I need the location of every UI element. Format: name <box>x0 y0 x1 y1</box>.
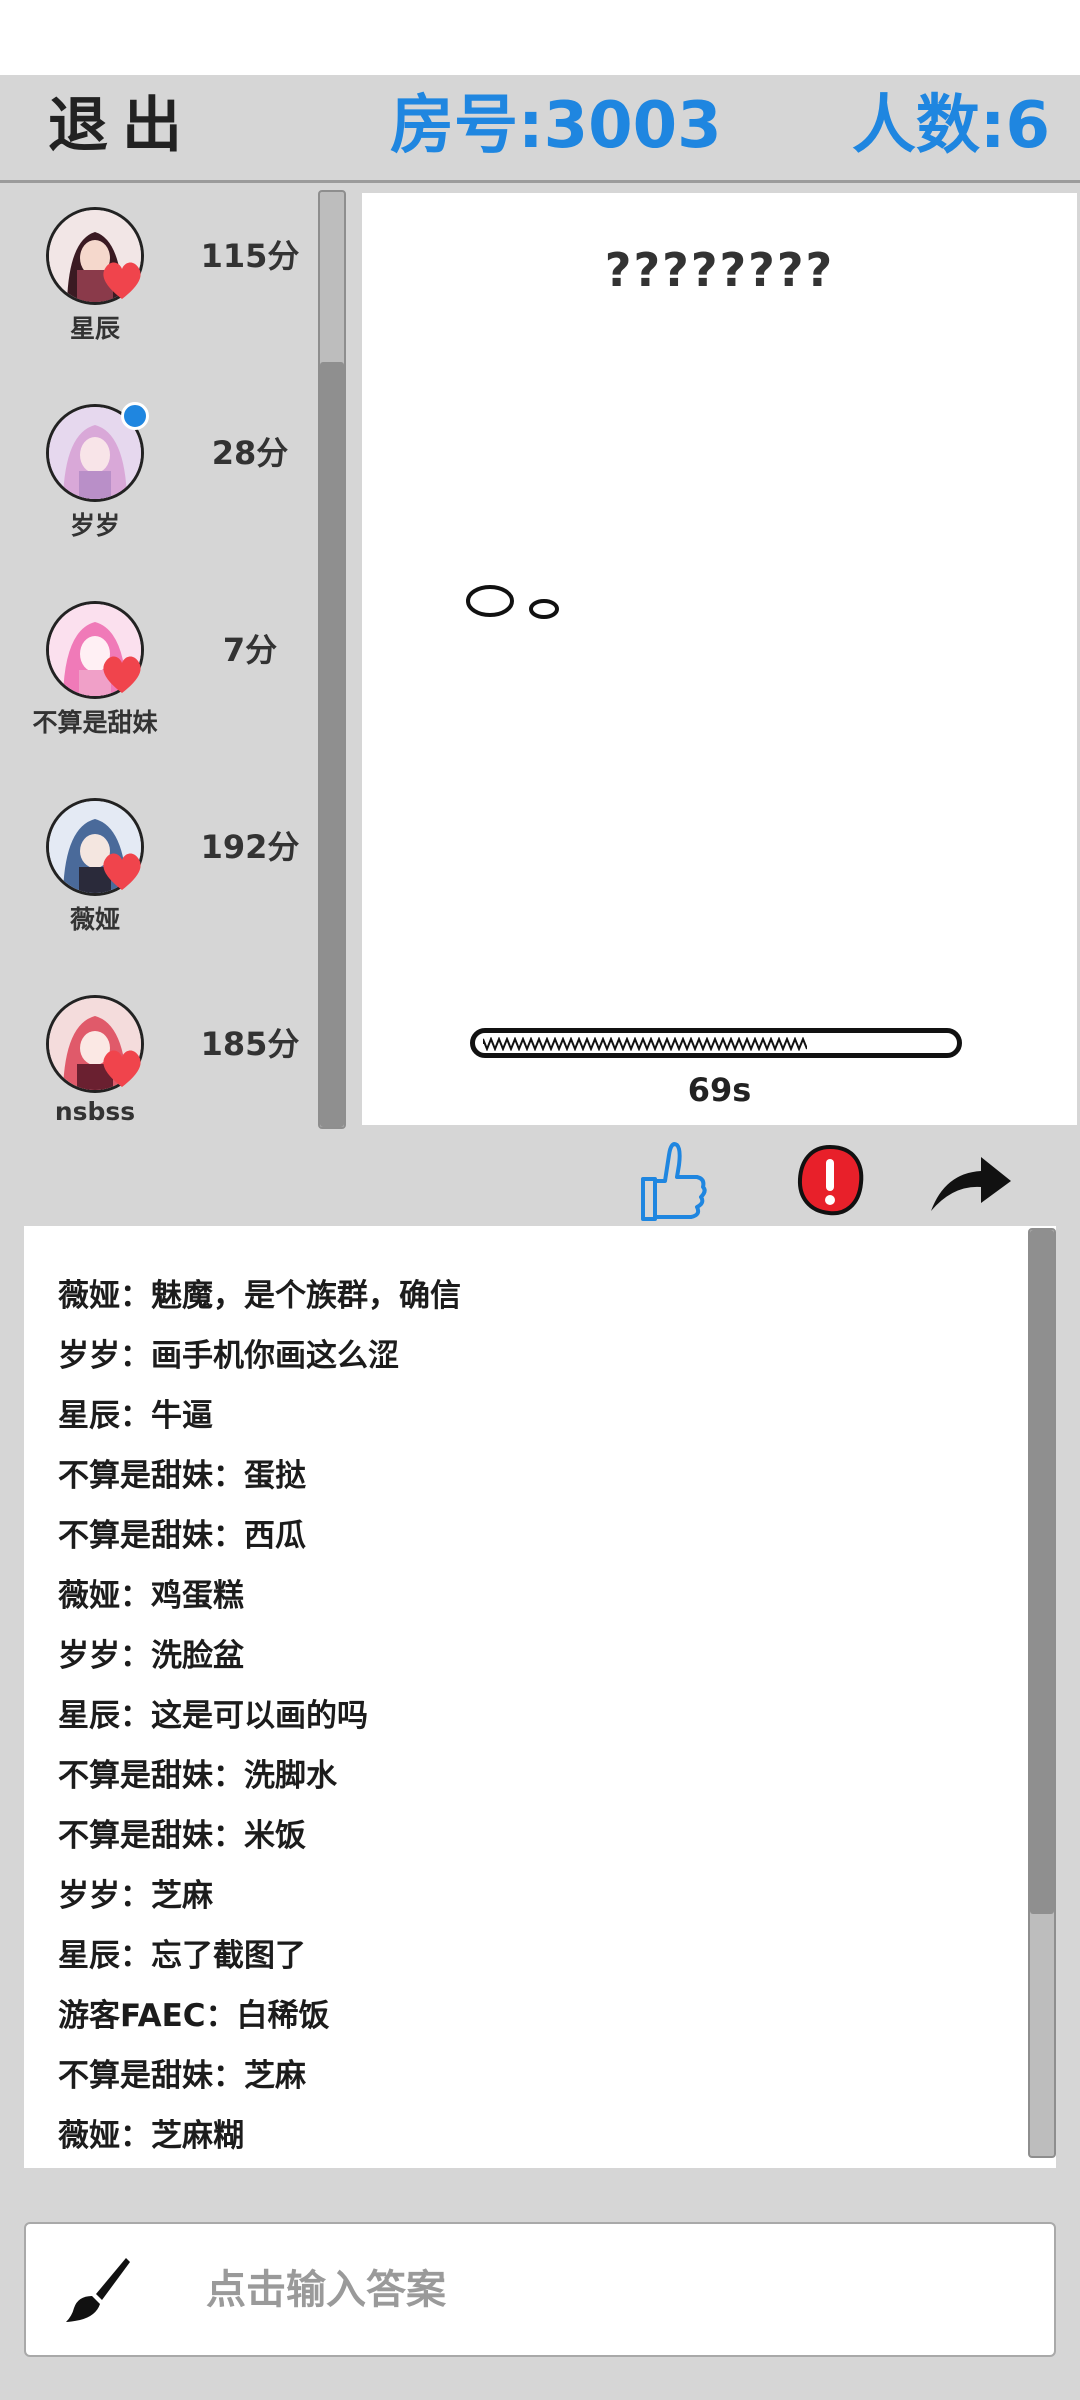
avatar-container <box>46 995 144 1093</box>
player-list-scroll-thumb[interactable] <box>320 362 344 1127</box>
chat-message: 薇娅：芝麻糊 <box>58 2118 244 2154</box>
room-number: 房号:3003 <box>390 89 722 163</box>
chat-message: 星辰：牛逼 <box>58 1398 213 1434</box>
people-count: 人数:6 <box>851 89 1050 163</box>
chat-message: 岁岁：画手机你画这么涩 <box>58 1338 399 1374</box>
player-name: 薇娅 <box>69 905 120 934</box>
drawing-strokes <box>466 585 559 619</box>
player-item[interactable]: 星辰 115分 <box>0 185 315 382</box>
timer-label: 69s <box>687 1071 752 1109</box>
avatar-container <box>46 601 144 699</box>
player-item[interactable]: 薇娅 192分 <box>0 776 315 973</box>
heart-icon <box>103 853 141 890</box>
player-score: 192分 <box>200 828 300 866</box>
chat-message-list: 薇娅：魅魔，是个族群，确信 岁岁：画手机你画这么涩 星辰：牛逼不算是甜妹：蛋挞 不算是… <box>58 1266 1008 2166</box>
chat-panel[interactable]: 薇娅：魅魔，是个族群，确信 岁岁：画手机你画这么涩 星辰：牛逼不算是甜妹：蛋挞 不算是… <box>24 1226 1056 2168</box>
avatar-container <box>46 798 144 896</box>
player-score: 115分 <box>200 237 300 275</box>
player-score: 28分 <box>211 434 289 472</box>
player-score: 185分 <box>200 1025 300 1063</box>
timer-progress-bar <box>470 1028 962 1058</box>
chat-message: 薇娅：鸡蛋糕 <box>58 1578 244 1614</box>
chat-message: 星辰：这是可以画的吗 <box>58 1698 368 1734</box>
chat-scrollbar[interactable] <box>1028 1228 1056 2158</box>
share-arrow-icon[interactable] <box>925 1135 1015 1225</box>
chat-message: 游客FAEC：白稀饭 <box>58 1998 330 2034</box>
timer-progress-fill <box>483 1037 807 1051</box>
drawing-canvas[interactable]: ???????? 69s <box>362 193 1077 1125</box>
chat-message: 不算是甜妹：蛋挞 <box>58 1458 306 1494</box>
chat-message: 不算是甜妹：西瓜 <box>58 1518 306 1554</box>
player-item[interactable]: nsbss 185分 <box>0 973 315 1130</box>
player-list[interactable]: 星辰 115分 岁岁 28分 不算是甜妹 7分 薇娅 192分 nsbss 18… <box>0 185 315 1130</box>
player-item[interactable]: 不算是甜妹 7分 <box>0 579 315 776</box>
chat-message: 不算是甜妹：洗脚水 <box>58 1758 337 1794</box>
player-name: 星辰 <box>69 314 120 343</box>
status-bar <box>0 0 1080 75</box>
heart-icon <box>103 1050 141 1087</box>
avatar-container <box>46 207 144 305</box>
action-bar <box>0 1135 1080 1225</box>
chat-message: 薇娅：魅魔，是个族群，确信 <box>58 1278 461 1314</box>
heart-icon <box>103 262 141 299</box>
chat-message: 岁岁：洗脸盆 <box>58 1638 244 1674</box>
online-status-dot <box>121 402 149 430</box>
heart-icon <box>103 656 141 693</box>
brush-icon[interactable] <box>62 2254 134 2326</box>
player-item[interactable]: 岁岁 28分 <box>0 382 315 579</box>
player-list-scrollbar[interactable] <box>318 190 346 1129</box>
chat-message: 岁岁：芝麻 <box>58 1878 213 1914</box>
thumbs-up-icon[interactable] <box>625 1135 715 1225</box>
chat-message: 不算是甜妹：芝麻 <box>58 2058 306 2094</box>
header: 退出 房号:3003 人数:6 <box>0 75 1080 183</box>
player-name: 岁岁 <box>69 511 120 540</box>
chat-scroll-thumb[interactable] <box>1030 1230 1054 1914</box>
player-name: nsbss <box>54 1097 136 1126</box>
avatar-container <box>46 402 149 502</box>
answer-input[interactable] <box>176 2254 1016 2326</box>
answer-input-bar[interactable] <box>24 2222 1056 2357</box>
exit-button[interactable]: 退出 <box>48 89 196 164</box>
player-name: 不算是甜妹 <box>32 708 158 737</box>
player-score: 7分 <box>222 631 278 669</box>
exclamation-icon[interactable] <box>785 1135 875 1225</box>
chat-message: 不算是甜妹：米饭 <box>58 1818 306 1854</box>
chat-message: 星辰：忘了截图了 <box>58 1938 306 1974</box>
